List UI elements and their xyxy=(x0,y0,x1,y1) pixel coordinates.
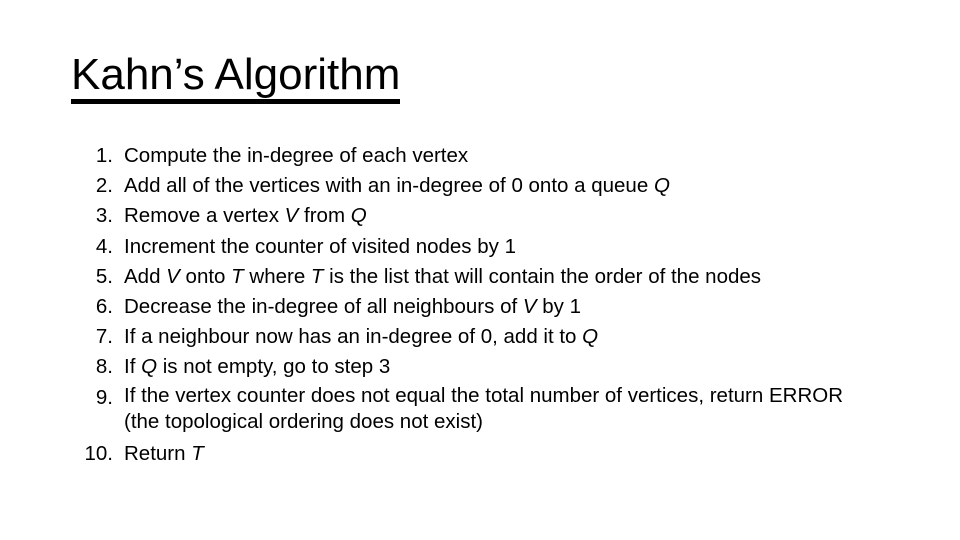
variable-t: T xyxy=(310,264,324,288)
list-item-text-part: Return xyxy=(124,441,192,465)
list-item-number: 5. xyxy=(95,264,113,288)
list-item-text: If a neighbour now has an in-degree of 0… xyxy=(113,322,922,352)
variable-t: T xyxy=(191,441,204,465)
list-item-number: 7. xyxy=(95,325,113,349)
list-item: 2. Add all of the vertices with an in-de… xyxy=(62,171,922,201)
list-item-text: Add all of the vertices with an in-degre… xyxy=(113,171,922,201)
list-item-text: Increment the counter of visited nodes b… xyxy=(113,232,922,262)
list-item: 5. Add V onto T where T is the list that… xyxy=(62,262,922,292)
variable-v: V xyxy=(284,204,299,228)
list-item-text-part: from xyxy=(298,204,351,228)
variable-q: Q xyxy=(350,204,367,228)
list-item-text-part: by 1 xyxy=(536,295,581,319)
variable-v: V xyxy=(522,295,537,319)
list-item-text-part: Add xyxy=(124,264,167,288)
list-item-text-part: Decrease the in-degree of all neighbours… xyxy=(124,295,523,319)
list-item: 4. Increment the counter of visited node… xyxy=(62,232,922,262)
list-item-number: 10. xyxy=(84,441,114,465)
slide-canvas: Kahn’s Algorithm 1. Compute the in-degre… xyxy=(0,0,960,540)
list-item-text-part: If a neighbour now has an in-degree of 0… xyxy=(124,325,583,349)
list-item-text-part: If the vertex counter does not equal the… xyxy=(124,383,844,407)
list-item-number: 1. xyxy=(95,144,113,167)
list-item-text-part: where xyxy=(243,264,311,288)
variable-v: V xyxy=(166,264,180,288)
list-item: 7. If a neighbour now has an in-degree o… xyxy=(62,322,922,352)
list-item-text: Remove a vertex V from Q xyxy=(113,201,922,231)
list-item-text-part: Increment the counter of visited nodes b… xyxy=(124,234,517,258)
list-item-text: Compute the in-degree of each vertex xyxy=(113,141,922,171)
variable-q: Q xyxy=(653,174,670,198)
list-item-text-part: is not empty, go to step 3 xyxy=(157,355,391,379)
list-item: 6. Decrease the in-degree of all neighbo… xyxy=(62,292,922,322)
variable-q: Q xyxy=(141,355,158,379)
list-item-number: 2. xyxy=(95,174,113,198)
list-item: 3. Remove a vertex V from Q xyxy=(62,201,922,231)
list-item-number: 8. xyxy=(95,355,113,379)
list-item-text: Add V onto T where T is the list that wi… xyxy=(113,262,922,292)
variable-t: T xyxy=(231,264,244,288)
list-item-text-part: Compute the in-degree of each vertex xyxy=(124,144,469,167)
page-title: Kahn’s Algorithm xyxy=(71,51,401,105)
list-item-text-part: Remove a vertex xyxy=(124,204,285,228)
list-item: 9. If the vertex counter does not equal … xyxy=(62,383,922,435)
list-item-text: If the vertex counter does not equal the… xyxy=(113,383,922,435)
list-item-text-part: If xyxy=(124,355,142,379)
variable-q: Q xyxy=(582,325,599,349)
list-item-text: If Q is not empty, go to step 3 xyxy=(113,352,922,382)
list-item: 10. Return T xyxy=(62,439,922,469)
list-item-text: Decrease the in-degree of all neighbours… xyxy=(113,292,922,322)
list-item: 8. If Q is not empty, go to step 3 xyxy=(62,352,922,382)
list-item-text-part: onto xyxy=(179,264,232,288)
list-item-text-part: Add all of the vertices with an in-degre… xyxy=(124,174,654,198)
algorithm-steps-list: 1. Compute the in-degree of each vertex … xyxy=(62,141,922,469)
page-title-text: Kahn’s Algorithm xyxy=(71,51,401,105)
list-item-text: Return T xyxy=(113,439,922,469)
list-item-number: 3. xyxy=(95,204,113,228)
list-item-number: 6. xyxy=(95,295,113,319)
list-item-text-part: is the list that will contain the order … xyxy=(323,264,762,288)
list-item-number: 9. xyxy=(95,385,113,409)
list-item-text-continuation: (the topological ordering does not exist… xyxy=(124,409,483,433)
list-item: 1. Compute the in-degree of each vertex xyxy=(62,141,922,171)
list-item-number: 4. xyxy=(95,234,113,258)
